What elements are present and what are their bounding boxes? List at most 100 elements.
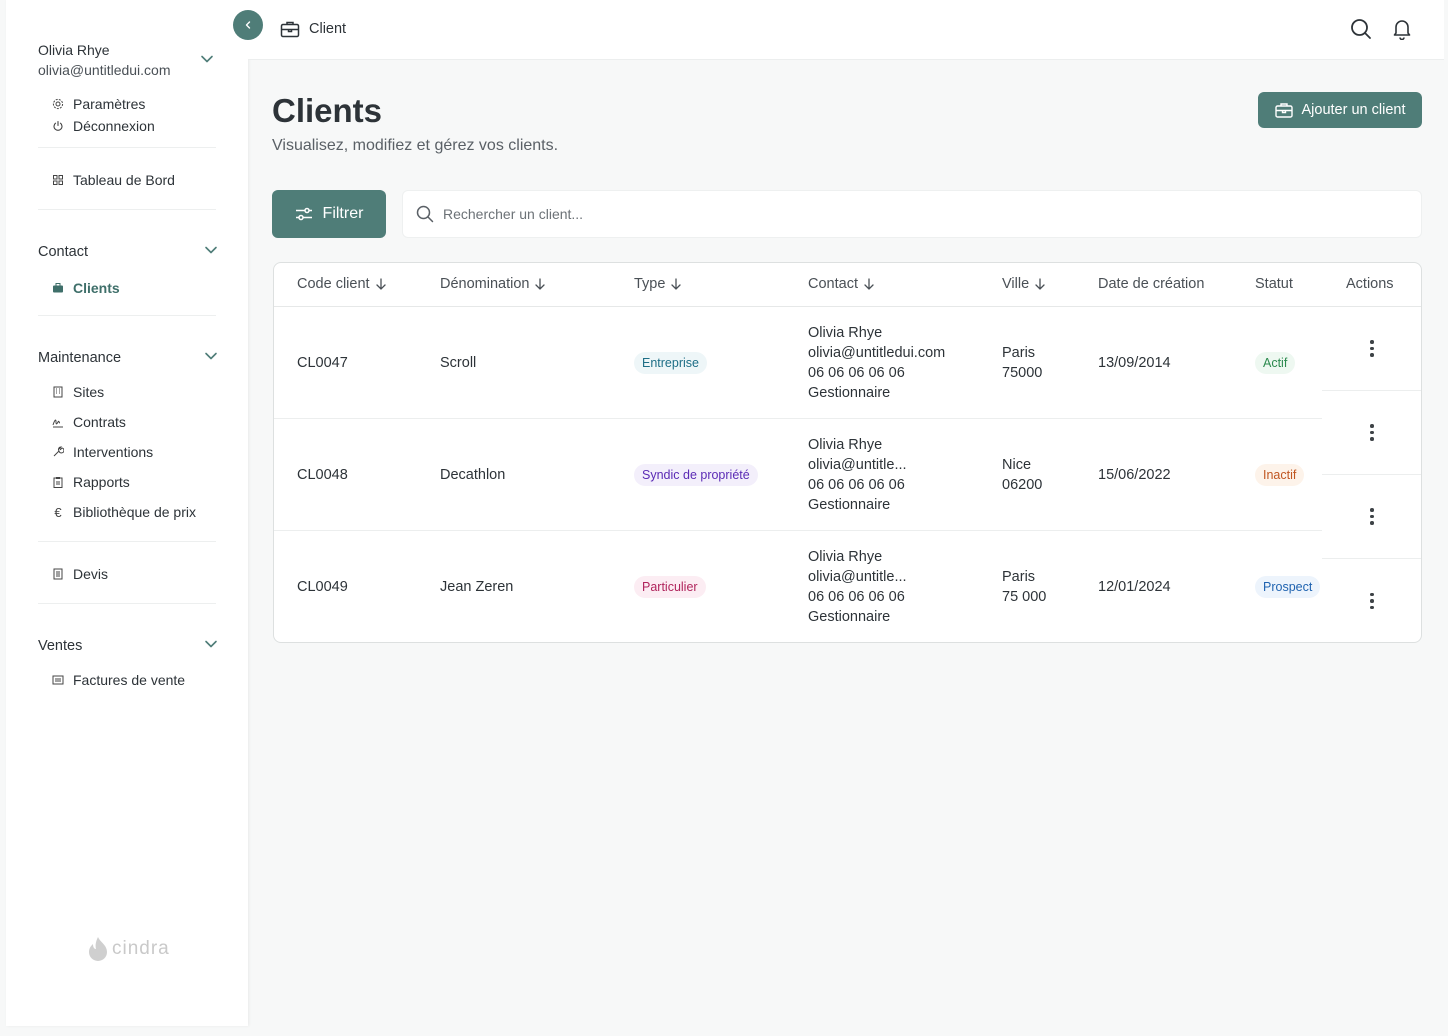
sidebar-item-bibliotheque[interactable]: € Bibliothèque de prix [52,502,196,522]
sidebar-item-clients[interactable]: Clients [52,278,120,298]
invoice-icon [52,674,64,686]
client-code: CL0047 [297,355,348,371]
column-header-type[interactable]: Type [634,276,682,292]
column-label: Statut [1255,276,1293,292]
arrow-down-icon [671,278,682,290]
sidebar-item-factures[interactable]: Factures de vente [52,670,185,690]
search-input[interactable] [443,206,1343,222]
column-header-date[interactable]: Date de création [1098,276,1204,292]
divider [38,315,216,316]
city: Paris 75 000 [1002,567,1046,607]
chevron-down-icon [204,349,218,367]
column-header-denomination[interactable]: Dénomination [440,276,546,292]
column-header-code[interactable]: Code client [297,276,387,292]
section-title: Ventes [38,638,83,654]
search-icon[interactable] [1350,18,1372,45]
contact-role: Gestionnaire [808,385,891,401]
type-badge: Syndic de propriété [634,464,758,486]
arrow-down-icon [1035,278,1045,290]
sidebar-item-label: Paramètres [73,96,146,112]
logo: cindra [86,936,170,962]
status-badge: Actif [1255,352,1296,374]
sidebar: Olivia Rhye olivia@untitledui.com Paramè… [6,0,248,1026]
client-name: Decathlon [440,467,506,483]
sidebar-item-label: Sites [73,384,105,400]
sidebar-item-deconnexion[interactable]: Déconnexion [52,116,155,136]
column-label: Dénomination [440,276,530,292]
search-box[interactable] [402,190,1422,238]
sidebar-item-tableau-de-bord[interactable]: Tableau de Bord [52,170,175,190]
power-icon [52,120,64,132]
sidebar-item-sites[interactable]: Sites [52,382,104,402]
user-profile[interactable]: Olivia Rhye olivia@untitledui.com [38,40,218,80]
building-icon [52,386,64,398]
sidebar-item-label: Interventions [73,444,154,460]
contact-phone: 06 06 06 06 06 [808,365,905,381]
more-vertical-icon [1370,340,1374,357]
more-vertical-icon [1370,424,1374,441]
city-name: Paris [1002,345,1036,361]
row-actions-button[interactable] [1322,559,1421,642]
arrow-down-icon [535,278,546,290]
clipboard-icon [52,476,64,488]
chevron-down-icon [204,243,218,261]
sidebar-item-interventions[interactable]: Interventions [52,442,153,462]
sidebar-item-contrats[interactable]: Contrats [52,412,126,432]
sidebar-item-label: Rapports [73,474,130,490]
briefcase-icon [280,21,300,38]
table-row[interactable]: CL0048 Decathlon Syndic de propriété Oli… [274,419,1322,531]
city-zip: 06200 [1002,477,1043,493]
table-row[interactable]: CL0049 Jean Zeren Particulier Olivia Rhy… [274,531,1322,642]
table-row[interactable]: CL0047 Scroll Entreprise Olivia Rhye oli… [274,307,1322,419]
page-title: Clients [272,92,383,129]
arrow-down-icon [375,278,386,290]
page-subtitle: Visualisez, modifiez et gérez vos client… [272,137,559,154]
client-name: Jean Zeren [440,579,514,595]
divider [38,209,216,210]
wrench-icon [52,446,64,458]
column-label: Date de création [1098,276,1205,292]
divider [38,603,216,604]
briefcase-icon [1274,103,1293,118]
contact-name: Olivia Rhye [808,437,883,453]
column-header-contact[interactable]: Contact [808,276,875,292]
sliders-icon [295,207,312,221]
chevron-down-icon[interactable] [200,52,214,71]
section-title: Maintenance [38,350,122,366]
contact-role: Gestionnaire [808,497,891,513]
contact-email: olivia@untitledui.com [808,345,946,361]
row-actions-button[interactable] [1322,307,1421,391]
column-header-ville[interactable]: Ville [1002,276,1046,292]
creation-date: 12/01/2024 [1098,579,1171,595]
status-badge: Prospect [1255,576,1321,598]
bell-icon[interactable] [1392,18,1412,45]
section-contact[interactable]: Contact [38,242,218,262]
city-name: Paris [1002,569,1036,585]
city-zip: 75 000 [1002,589,1047,605]
search-icon [416,205,434,223]
gear-icon [52,98,64,110]
logo-text: cindra [112,938,170,959]
add-client-label: Ajouter un client [1301,102,1406,118]
creation-date: 13/09/2014 [1098,355,1171,371]
sidebar-item-label: Contrats [73,414,126,430]
sidebar-item-devis[interactable]: Devis [52,564,108,584]
sidebar-item-rapports[interactable]: Rapports [52,472,130,492]
contact-info: Olivia Rhye olivia@untitle... 06 06 06 0… [808,547,907,627]
row-actions-button[interactable] [1322,391,1421,475]
chevron-down-icon [204,637,218,655]
section-ventes[interactable]: Ventes [38,636,218,656]
column-label: Code client [297,276,370,292]
add-client-button[interactable]: Ajouter un client [1258,92,1422,128]
collapse-sidebar-button[interactable] [233,10,263,40]
sidebar-item-parametres[interactable]: Paramètres [52,94,145,114]
filter-button[interactable]: Filtrer [272,190,386,238]
column-header-statut[interactable]: Statut [1255,276,1293,292]
row-actions-button[interactable] [1322,475,1421,559]
section-maintenance[interactable]: Maintenance [38,348,218,368]
breadcrumb: Client [280,20,346,38]
creation-date: 15/06/2022 [1098,467,1171,483]
contact-email: olivia@untitle... [808,569,907,585]
user-name: Olivia Rhye [38,42,110,58]
topbar-actions [1350,18,1412,45]
